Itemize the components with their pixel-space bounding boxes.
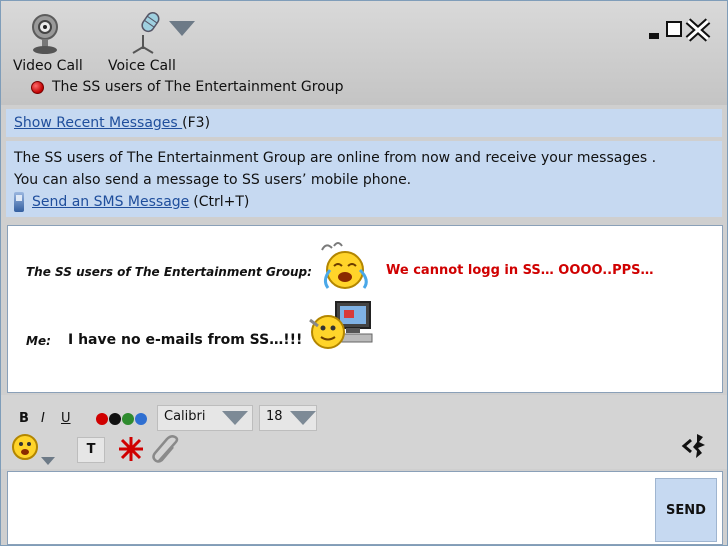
text-color-picker[interactable] xyxy=(95,411,151,425)
mobile-phone-icon xyxy=(14,192,24,212)
italic-button[interactable]: I xyxy=(41,411,45,426)
underline-button[interactable]: U xyxy=(61,411,71,426)
sent-message: I have no e-mails from SS…!!! xyxy=(68,332,303,348)
computer-emoticon-icon xyxy=(306,296,376,356)
video-call-label[interactable]: Video Call xyxy=(13,58,83,74)
recent-messages-bar: Show Recent Messages (F3) xyxy=(6,109,722,137)
message-input[interactable] xyxy=(7,471,723,545)
mobile-notice: You can also send a message to SS users’… xyxy=(14,172,412,188)
webcam-icon[interactable] xyxy=(27,13,63,55)
info-panel: The SS users of The Entertainment Group … xyxy=(6,141,722,217)
emoticon-dropdown-icon[interactable] xyxy=(41,451,55,470)
voice-call-dropdown-icon[interactable] xyxy=(169,21,195,41)
sms-shortcut: (Ctrl+T) xyxy=(193,194,250,210)
text-style-label: T xyxy=(86,442,96,457)
color-swatch[interactable] xyxy=(135,413,147,425)
nudge-icon[interactable] xyxy=(117,435,145,463)
recent-messages-shortcut: (F3) xyxy=(182,115,211,131)
contact-header: The SS users of The Entertainment Group xyxy=(31,79,344,95)
maximize-icon[interactable] xyxy=(665,17,683,43)
messenger-window: Video Call Voice Call The SS users of Th… xyxy=(0,0,728,546)
minimize-icon[interactable] xyxy=(647,17,661,43)
font-size-value: 18 xyxy=(266,409,283,424)
color-swatch[interactable] xyxy=(96,413,108,425)
crying-emoticon-icon xyxy=(316,240,374,292)
received-message: We cannot logg in SS… OOOO..PPS… xyxy=(386,263,654,278)
toolbar: Video Call Voice Call The SS users of Th… xyxy=(1,1,727,105)
font-family-value: Calibri xyxy=(164,409,206,424)
font-family-select[interactable]: Calibri xyxy=(157,405,253,431)
online-notice: The SS users of The Entertainment Group … xyxy=(14,150,657,166)
send-button[interactable]: SEND xyxy=(655,478,717,542)
microphone-icon[interactable] xyxy=(119,9,169,57)
my-name: Me: xyxy=(26,334,51,348)
status-indicator-icon xyxy=(31,80,44,94)
sender-name: The SS users of The Entertainment Group: xyxy=(26,265,312,279)
block-icon[interactable] xyxy=(681,431,711,461)
conversation-pane[interactable]: The SS users of The Entertainment Group:… xyxy=(7,225,723,393)
chevron-down-icon xyxy=(290,411,316,425)
close-icon[interactable] xyxy=(684,17,712,43)
color-swatch[interactable] xyxy=(122,413,134,425)
sms-row: Send an SMS Message (Ctrl+T) xyxy=(14,192,249,212)
formatting-toolbar: B I U Calibri 18 T xyxy=(1,395,727,469)
show-recent-messages-link[interactable]: Show Recent Messages xyxy=(14,115,182,131)
send-label: SEND xyxy=(666,502,706,518)
bold-button[interactable]: B xyxy=(19,411,29,426)
text-style-button[interactable]: T xyxy=(77,437,105,463)
attachment-icon[interactable] xyxy=(151,435,183,465)
contact-name: The SS users of The Entertainment Group xyxy=(52,79,344,95)
color-swatch[interactable] xyxy=(109,413,121,425)
font-size-select[interactable]: 18 xyxy=(259,405,317,431)
chevron-down-icon xyxy=(222,411,248,425)
voice-call-label[interactable]: Voice Call xyxy=(108,58,176,74)
emoticon-icon[interactable] xyxy=(11,433,41,463)
send-sms-link[interactable]: Send an SMS Message xyxy=(32,194,189,210)
